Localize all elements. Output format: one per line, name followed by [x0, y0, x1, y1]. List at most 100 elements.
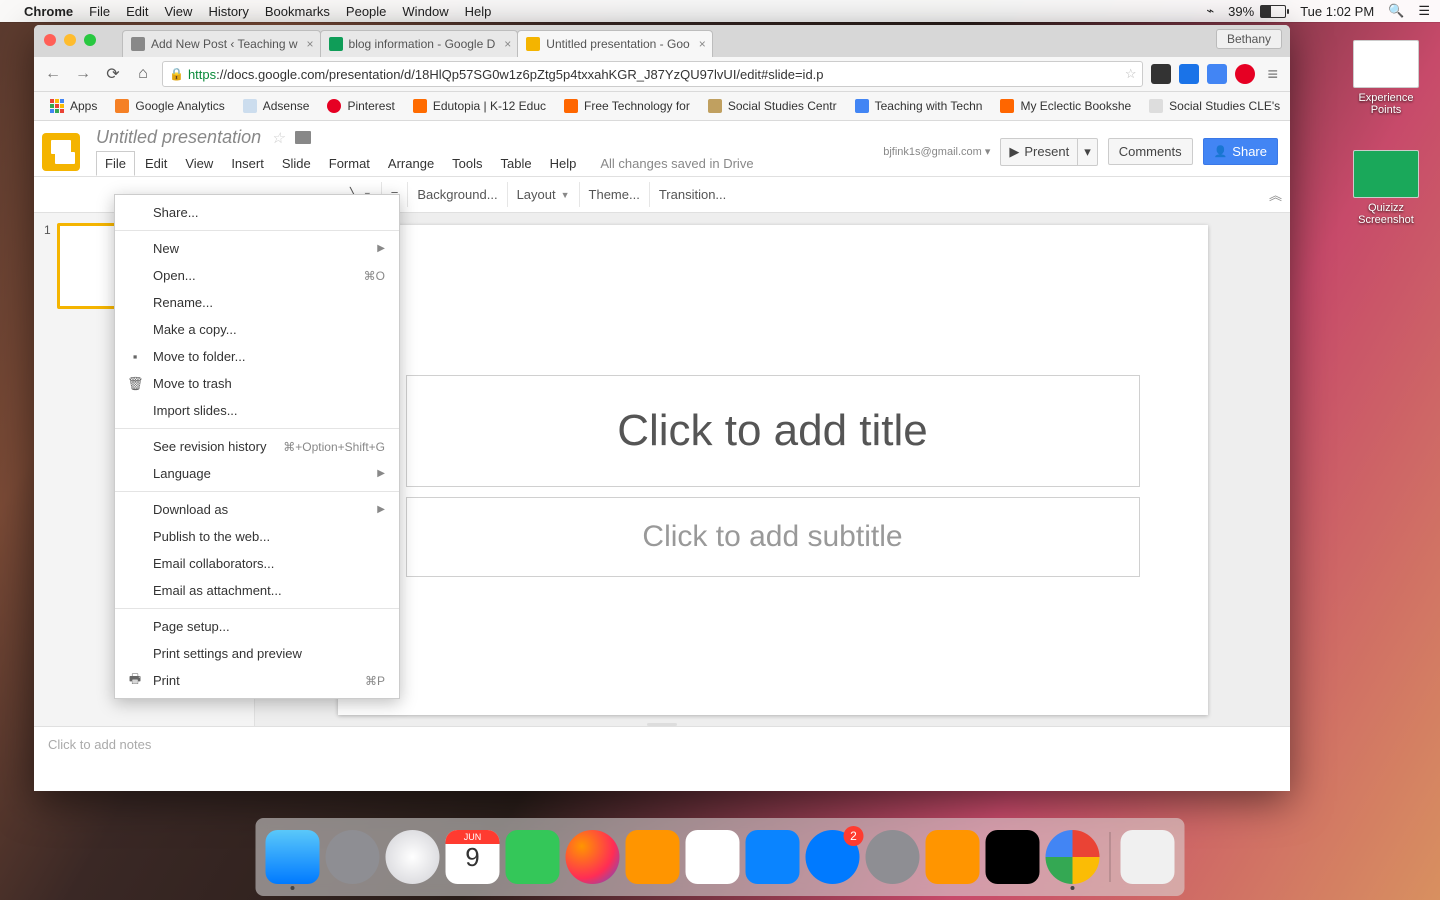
- menu-item-email-attach[interactable]: Email as attachment...: [115, 577, 399, 604]
- layout-button[interactable]: Layout▼: [508, 182, 580, 207]
- subtitle-placeholder[interactable]: Click to add subtitle: [406, 497, 1140, 577]
- browser-tab[interactable]: Add New Post ‹ Teaching w×: [122, 30, 321, 57]
- share-button[interactable]: 👤Share: [1203, 138, 1278, 165]
- browser-tab-active[interactable]: Untitled presentation - Goo×: [517, 30, 712, 57]
- menu-view[interactable]: View: [177, 152, 221, 175]
- menu-item-email-collab[interactable]: Email collaborators...: [115, 550, 399, 577]
- forward-button[interactable]: →: [72, 63, 94, 85]
- menu-item-copy[interactable]: Make a copy...: [115, 316, 399, 343]
- menu-item-print-settings[interactable]: Print settings and preview: [115, 640, 399, 667]
- bookmark-item[interactable]: Edutopia | K-12 Educ: [405, 97, 554, 115]
- dock-facetime-icon[interactable]: [506, 830, 560, 884]
- document-title[interactable]: Untitled presentation: [96, 127, 261, 148]
- menu-help[interactable]: Help: [542, 152, 585, 175]
- reload-button[interactable]: ⟳: [102, 63, 124, 85]
- minimize-window-button[interactable]: [64, 34, 76, 46]
- present-button[interactable]: ▶Present: [1000, 138, 1078, 166]
- airdrop-icon[interactable]: ⌁: [1206, 3, 1214, 19]
- dock-appstore-icon[interactable]: 2: [806, 830, 860, 884]
- dock-finder-icon[interactable]: [266, 830, 320, 884]
- edit-menu-mac[interactable]: Edit: [126, 4, 148, 19]
- window-menu-mac[interactable]: Window: [402, 4, 448, 19]
- dock-calculator-icon[interactable]: [926, 830, 980, 884]
- dock-numbers-icon[interactable]: [686, 830, 740, 884]
- theme-button[interactable]: Theme...: [580, 182, 650, 207]
- extension-icon[interactable]: [1207, 64, 1227, 84]
- bookmark-item[interactable]: Social Studies Centr: [700, 97, 845, 115]
- bookmark-item[interactable]: My Eclectic Bookshe: [992, 97, 1139, 115]
- address-bar[interactable]: 🔒 https://docs.google.com/presentation/d…: [162, 61, 1143, 87]
- view-menu-mac[interactable]: View: [164, 4, 192, 19]
- home-button[interactable]: ⌂: [132, 63, 154, 85]
- close-window-button[interactable]: [44, 34, 56, 46]
- menu-item-new[interactable]: New▶: [115, 235, 399, 262]
- help-menu-mac[interactable]: Help: [465, 4, 492, 19]
- folder-icon[interactable]: [295, 131, 311, 144]
- slide[interactable]: Click to add title Click to add subtitle: [338, 225, 1208, 715]
- bookmarks-menu-mac[interactable]: Bookmarks: [265, 4, 330, 19]
- comments-button[interactable]: Comments: [1108, 138, 1193, 165]
- battery-indicator[interactable]: 39%: [1228, 4, 1286, 19]
- back-button[interactable]: ←: [42, 63, 64, 85]
- menu-item-open[interactable]: Open...⌘O: [115, 262, 399, 289]
- clock[interactable]: Tue 1:02 PM: [1300, 4, 1374, 19]
- menu-table[interactable]: Table: [493, 152, 540, 175]
- desktop-file-quizizz[interactable]: Quizizz Screenshot: [1344, 150, 1428, 226]
- notification-center-icon[interactable]: ☰: [1418, 3, 1430, 19]
- menu-item-revision[interactable]: See revision history⌘+Option+Shift+G: [115, 433, 399, 460]
- menu-item-move[interactable]: ▪Move to folder...: [115, 343, 399, 370]
- menu-item-publish[interactable]: Publish to the web...: [115, 523, 399, 550]
- spotlight-icon[interactable]: 🔍: [1388, 3, 1404, 19]
- collapse-toolbar-icon[interactable]: ︽: [1269, 185, 1282, 204]
- menu-edit[interactable]: Edit: [137, 152, 175, 175]
- dock-chrome-icon[interactable]: [1046, 830, 1100, 884]
- dock-twitter-icon[interactable]: [986, 830, 1040, 884]
- dock-calendar-icon[interactable]: JUN9: [446, 830, 500, 884]
- history-menu-mac[interactable]: History: [208, 4, 248, 19]
- menu-format[interactable]: Format: [321, 152, 378, 175]
- menu-item-share[interactable]: Share...: [115, 199, 399, 226]
- dock-pages-icon[interactable]: [626, 830, 680, 884]
- menu-insert[interactable]: Insert: [223, 152, 272, 175]
- extension-icon[interactable]: [1151, 64, 1171, 84]
- menu-item-rename[interactable]: Rename...: [115, 289, 399, 316]
- menu-item-import[interactable]: Import slides...: [115, 397, 399, 424]
- dock-settings-icon[interactable]: [866, 830, 920, 884]
- present-dropdown[interactable]: ▾: [1078, 138, 1098, 166]
- bookmark-item[interactable]: Social Studies CLE's: [1141, 97, 1288, 115]
- dock-keynote-icon[interactable]: [746, 830, 800, 884]
- close-tab-icon[interactable]: ×: [699, 37, 706, 51]
- bookmark-item[interactable]: Teaching with Techn: [847, 97, 991, 115]
- chrome-profile-button[interactable]: Bethany: [1216, 29, 1282, 49]
- dock-launchpad-icon[interactable]: [326, 830, 380, 884]
- bookmark-apps[interactable]: Apps: [42, 97, 105, 115]
- menu-tools[interactable]: Tools: [444, 152, 490, 175]
- menu-slide[interactable]: Slide: [274, 152, 319, 175]
- extension-icon[interactable]: [1179, 64, 1199, 84]
- menu-item-download[interactable]: Download as▶: [115, 496, 399, 523]
- menu-arrange[interactable]: Arrange: [380, 152, 442, 175]
- people-menu-mac[interactable]: People: [346, 4, 386, 19]
- file-menu-mac[interactable]: File: [89, 4, 110, 19]
- chrome-menu-icon[interactable]: ≡: [1267, 64, 1278, 85]
- slides-logo-icon[interactable]: [42, 133, 80, 171]
- dock-trash-icon[interactable]: [1121, 830, 1175, 884]
- bookmark-star-icon[interactable]: ☆: [1125, 66, 1137, 82]
- dock-safari-icon[interactable]: [386, 830, 440, 884]
- speaker-notes[interactable]: Click to add notes: [34, 726, 1290, 791]
- app-menu[interactable]: Chrome: [24, 4, 73, 19]
- close-tab-icon[interactable]: ×: [504, 37, 511, 51]
- title-placeholder[interactable]: Click to add title: [406, 375, 1140, 487]
- close-tab-icon[interactable]: ×: [307, 37, 314, 51]
- menu-file[interactable]: File: [96, 151, 135, 176]
- desktop-file-experience-points[interactable]: Experience Points: [1344, 40, 1428, 116]
- zoom-window-button[interactable]: [84, 34, 96, 46]
- user-email[interactable]: bjfink1s@gmail.com ▾: [883, 145, 990, 158]
- bookmark-item[interactable]: Adsense: [235, 97, 318, 115]
- bookmark-item[interactable]: Pinterest: [319, 97, 402, 115]
- dock-photos-icon[interactable]: [566, 830, 620, 884]
- browser-tab[interactable]: blog information - Google D×: [320, 30, 519, 57]
- transition-button[interactable]: Transition...: [650, 182, 735, 207]
- menu-item-trash[interactable]: 🗑Move to trash: [115, 370, 399, 397]
- pinterest-extension-icon[interactable]: [1235, 64, 1255, 84]
